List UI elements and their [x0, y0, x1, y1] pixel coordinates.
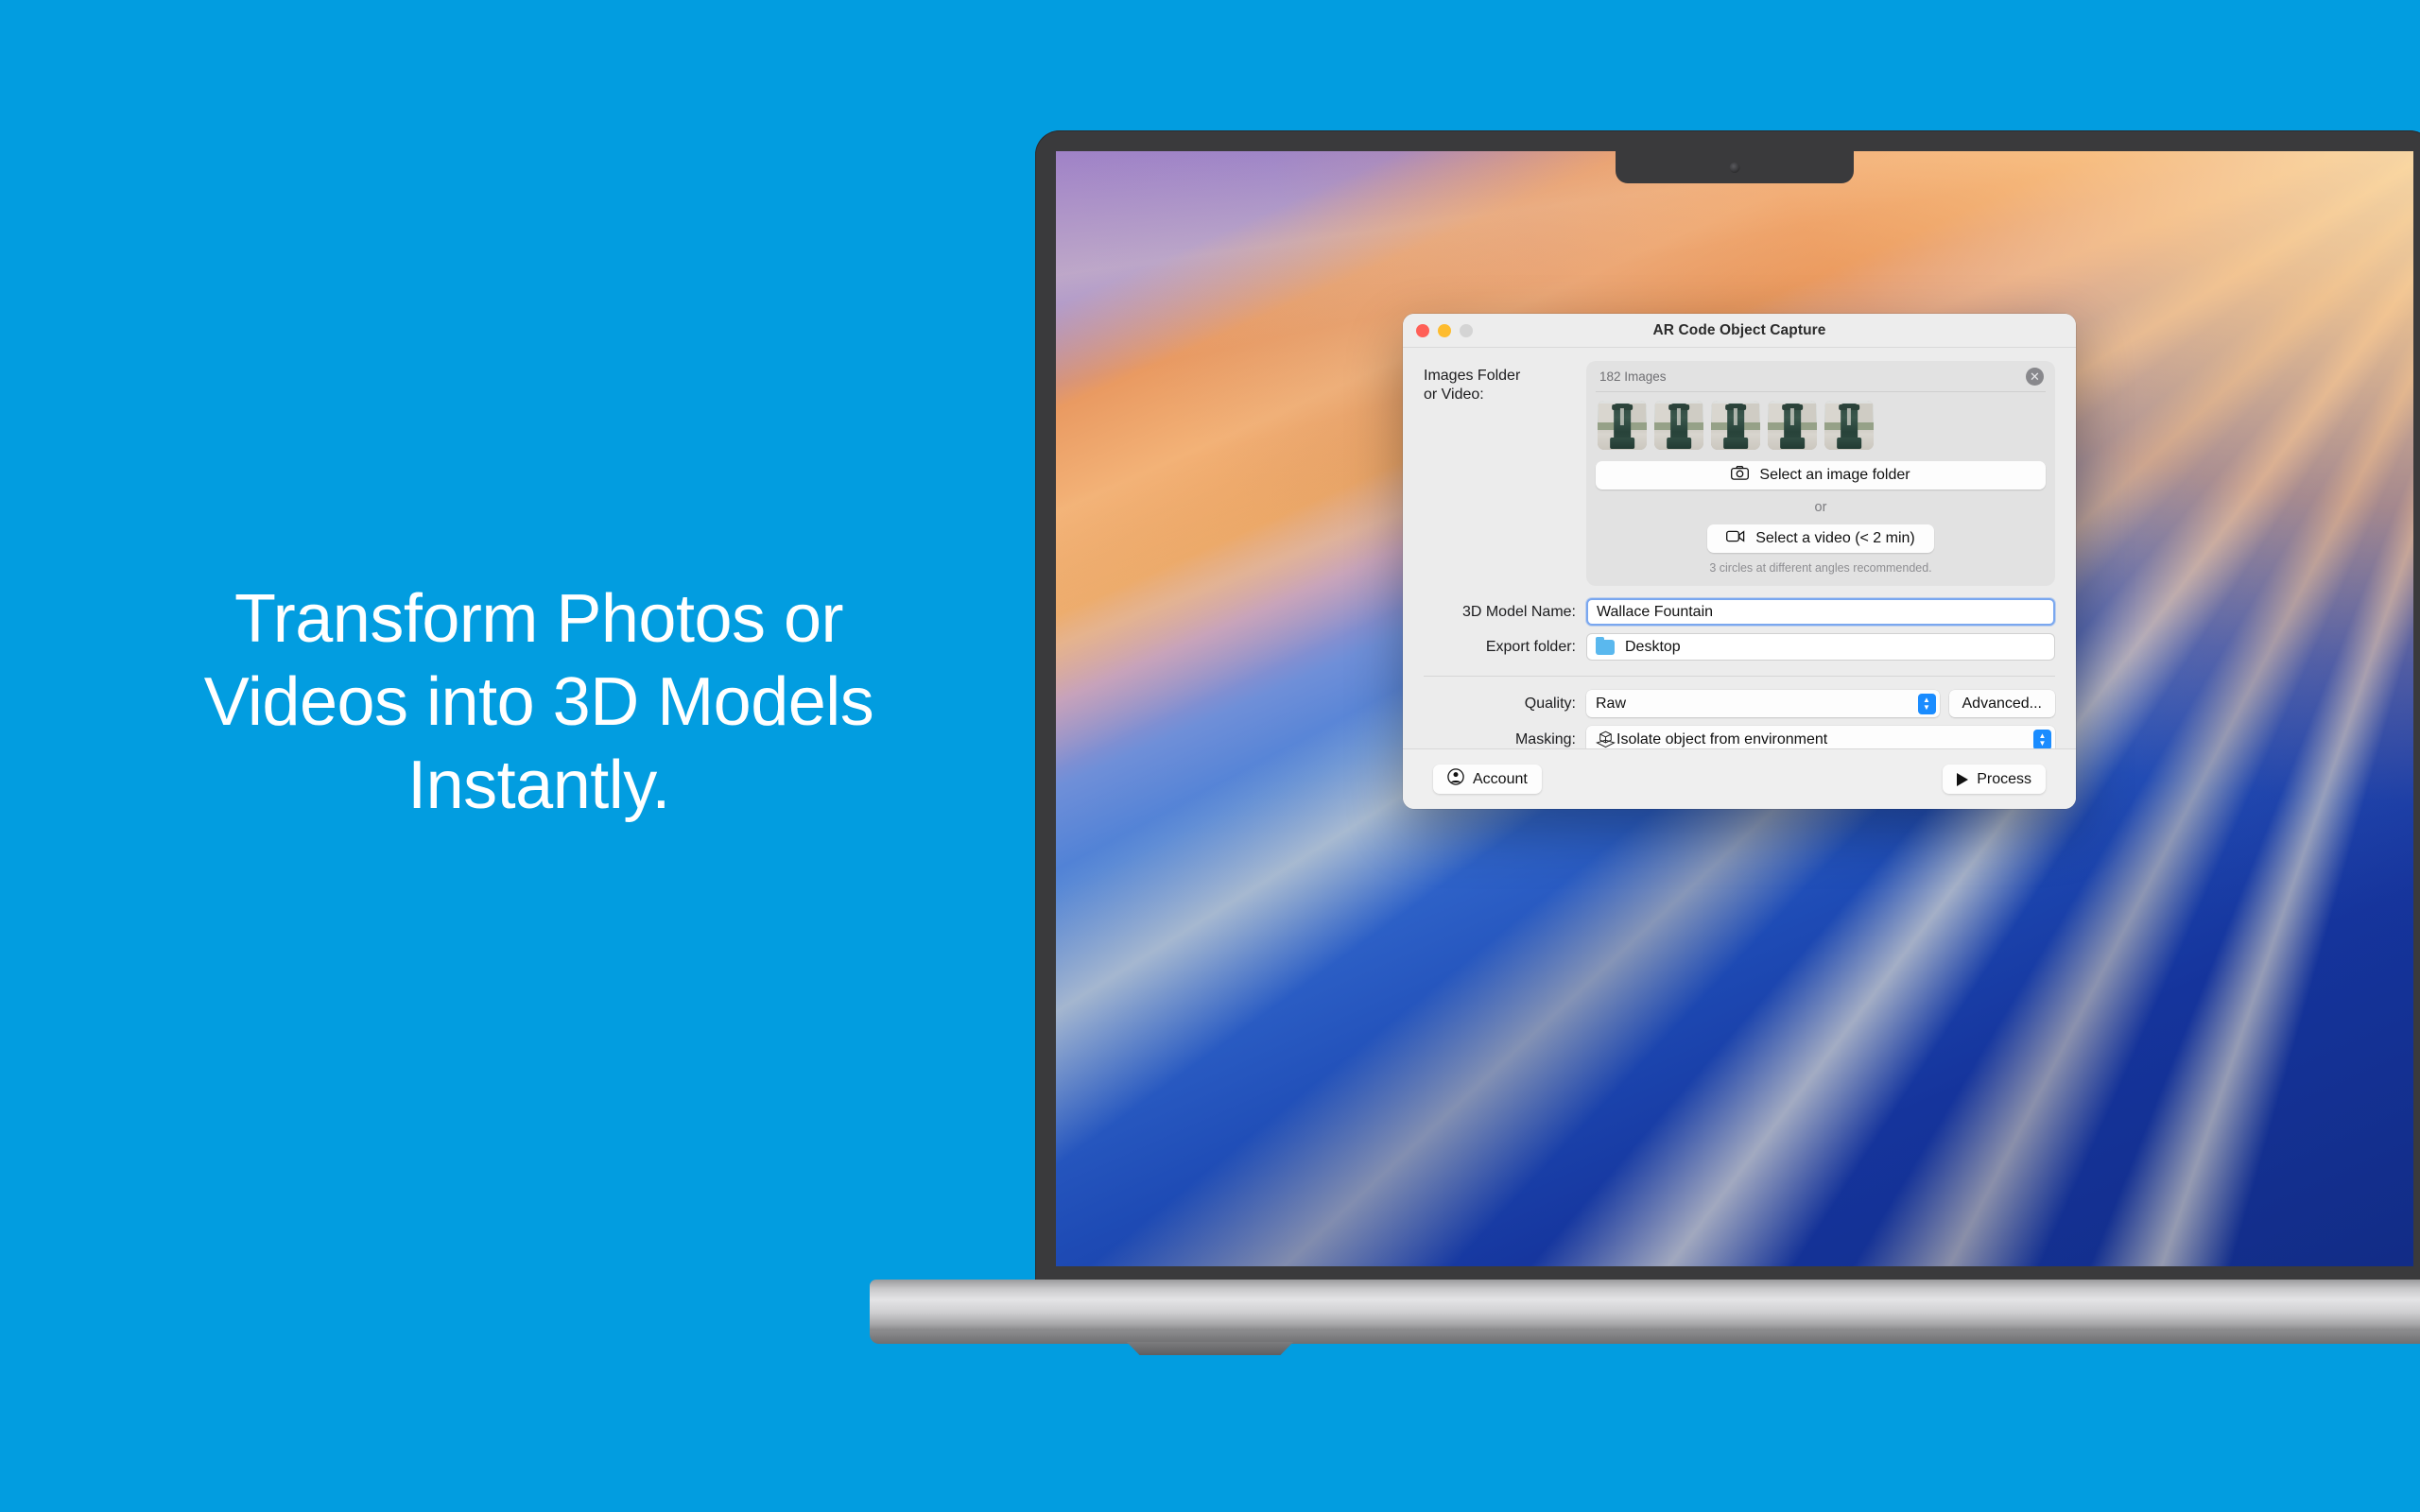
laptop-base-lip: [870, 1331, 2420, 1344]
app-window: AR Code Object Capture Images Folder or …: [1403, 314, 2076, 809]
cube-on-plane-icon: [1596, 730, 1616, 748]
folder-icon: [1596, 636, 1615, 655]
chevron-updown-icon: ▲ ▼: [1917, 693, 1936, 714]
quality-value: Raw: [1596, 695, 1627, 712]
thumbnail-item[interactable]: [1711, 401, 1760, 450]
select-video-button[interactable]: Select a video (< 2 min): [1707, 524, 1934, 553]
select-image-folder-button[interactable]: Select an image folder: [1596, 461, 2046, 490]
quality-row: Quality: Raw ▲ ▼ Advanced...: [1424, 690, 2055, 717]
window-title: AR Code Object Capture: [1652, 321, 1826, 338]
thumbnail-item[interactable]: [1768, 401, 1817, 450]
chevron-updown-icon: ▲ ▼: [2033, 729, 2051, 750]
export-folder-value: Desktop: [1625, 638, 1681, 655]
camera-icon: [1731, 466, 1750, 485]
window-body: Images Folder or Video: 182 Images ✕ Sel…: [1403, 348, 2076, 753]
capture-hint-text: 3 circles at different angles recommende…: [1709, 561, 1932, 575]
account-button[interactable]: Account: [1433, 765, 1542, 794]
marketing-headline: Transform Photos or Videos into 3D Model…: [203, 581, 874, 823]
account-label: Account: [1473, 770, 1528, 787]
quality-select[interactable]: Raw ▲ ▼: [1586, 690, 1940, 717]
laptop-base: [870, 1280, 2420, 1332]
thumbnail-strip: [1598, 401, 2044, 450]
image-count-label: 182 Images: [1599, 369, 1667, 384]
process-button[interactable]: Process: [1943, 765, 2046, 794]
thumbnail-item[interactable]: [1654, 401, 1703, 450]
drop-panel-header: 182 Images ✕: [1596, 368, 2046, 392]
model-name-input[interactable]: Wallace Fountain: [1586, 598, 2055, 626]
model-name-value: Wallace Fountain: [1597, 603, 1714, 620]
close-circle-icon[interactable]: ✕: [2026, 368, 2044, 386]
export-folder-label: Export folder:: [1485, 638, 1576, 655]
thumbnail-item[interactable]: [1598, 401, 1647, 450]
window-footer: Account Process: [1403, 748, 2076, 809]
camera-icon: [1729, 163, 1740, 173]
laptop-base-tab: [1126, 1342, 1294, 1355]
images-section: Images Folder or Video: 182 Images ✕ Sel…: [1424, 361, 2055, 586]
masking-value: Isolate object from environment: [1616, 730, 1828, 747]
person-circle-icon: [1447, 768, 1464, 790]
export-folder-input[interactable]: Desktop: [1586, 633, 2055, 661]
model-name-label: 3D Model Name:: [1461, 603, 1576, 620]
process-label: Process: [1977, 770, 2031, 787]
or-separator-label: or: [1814, 500, 1827, 515]
play-triangle-icon: [1957, 772, 1969, 786]
masking-label: Masking:: [1514, 730, 1576, 747]
video-camera-icon: [1726, 530, 1745, 547]
images-section-label: Images Folder or Video:: [1424, 368, 1521, 404]
window-titlebar: AR Code Object Capture: [1403, 314, 2076, 348]
export-folder-row: Export folder: Desktop: [1424, 633, 2055, 661]
quality-label: Quality:: [1524, 695, 1576, 712]
model-name-row: 3D Model Name: Wallace Fountain: [1424, 598, 2055, 626]
screen-notch: [1616, 151, 1854, 183]
thumbnail-item[interactable]: [1824, 401, 1874, 450]
select-video-label: Select a video (< 2 min): [1755, 530, 1915, 546]
image-drop-panel[interactable]: 182 Images ✕ Select an image folder or S…: [1586, 361, 2055, 586]
section-divider: [1424, 676, 2055, 677]
advanced-button[interactable]: Advanced...: [1948, 690, 2055, 717]
select-image-folder-label: Select an image folder: [1759, 467, 1910, 483]
